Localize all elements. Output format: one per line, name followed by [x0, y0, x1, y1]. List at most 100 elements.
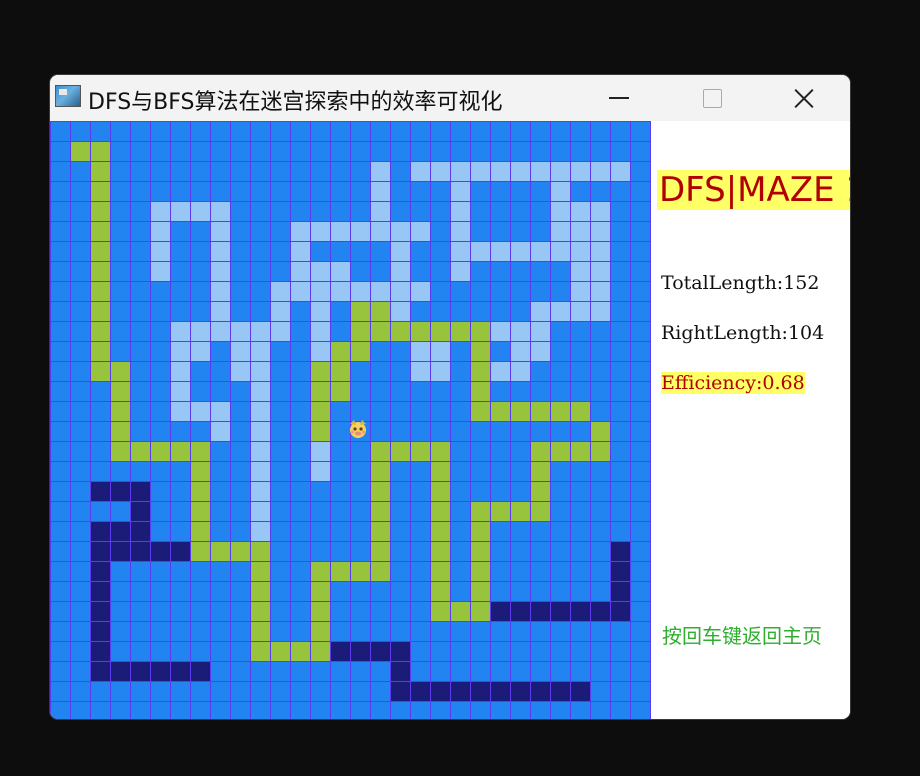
maze-cell [411, 142, 430, 161]
maze-cell [131, 602, 150, 621]
maze-cell [611, 682, 630, 701]
maze-cell [71, 522, 90, 541]
maze-cell [151, 422, 170, 441]
maze-cell [331, 482, 350, 501]
maze-cell [51, 202, 70, 221]
maze-path-cell [191, 502, 210, 521]
maze-cell [611, 122, 630, 141]
maze-path-cell [431, 442, 450, 461]
efficiency: Efficiency:0.68 [661, 372, 805, 394]
maze-cell [371, 142, 390, 161]
maze-cell [91, 702, 110, 719]
maze-cell [291, 462, 310, 481]
maze-path-cell [571, 402, 590, 421]
maze-path-cell [311, 342, 330, 361]
maze-cell [491, 122, 510, 141]
maze-cell [591, 502, 610, 521]
maze-cell [291, 142, 310, 161]
maze-cell [631, 202, 650, 221]
maze-cell [111, 642, 130, 661]
maze-cell [231, 302, 250, 321]
maze-cell [151, 622, 170, 641]
maze-cell [411, 402, 430, 421]
maze-cell [231, 662, 250, 681]
maze-cell [411, 582, 430, 601]
maze-cell [191, 122, 210, 141]
maze-cell [71, 382, 90, 401]
maze-cell [151, 382, 170, 401]
maze-path-cell [151, 242, 170, 261]
maze-cell [151, 682, 170, 701]
maze-cell [511, 382, 530, 401]
maze-path-cell [131, 442, 150, 461]
maximize-button[interactable] [689, 75, 735, 121]
maze-cell [331, 442, 350, 461]
maze-cell [411, 382, 430, 401]
maze-cell [131, 582, 150, 601]
maze-cell [131, 302, 150, 321]
maze-cell [531, 282, 550, 301]
maze-cell [431, 702, 450, 719]
maze-cell [371, 582, 390, 601]
maze-cell [611, 362, 630, 381]
maze-path-cell [311, 562, 330, 581]
maze-cell [371, 602, 390, 621]
maze-path-cell [531, 482, 550, 501]
maze-cell [611, 322, 630, 341]
maze-cell [491, 582, 510, 601]
maze-path-cell [311, 382, 330, 401]
maze-path-cell [291, 222, 310, 241]
maze-path-cell [131, 542, 150, 561]
maze-cell [631, 662, 650, 681]
maze-cell [571, 702, 590, 719]
maze-cell [271, 582, 290, 601]
maze-path-cell [251, 462, 270, 481]
maze-cell [51, 302, 70, 321]
maze-cell [231, 162, 250, 181]
maze-path-cell [91, 342, 110, 361]
maze-cell [211, 462, 230, 481]
maze-cell [371, 382, 390, 401]
maze-cell [191, 562, 210, 581]
maze-cell [631, 642, 650, 661]
maze-cell [571, 422, 590, 441]
close-button[interactable] [781, 75, 827, 121]
title-bar[interactable]: DFS与BFS算法在迷宫探索中的效率可视化 [50, 75, 850, 121]
maze-cell [291, 422, 310, 441]
maze-cell [451, 442, 470, 461]
maze-cell [51, 362, 70, 381]
maze-cell [511, 302, 530, 321]
maze-path-cell [111, 362, 130, 381]
maze-cell [411, 562, 430, 581]
maze-path-cell [571, 242, 590, 261]
maze-path-cell [451, 242, 470, 261]
maze-cell [191, 682, 210, 701]
minimize-button[interactable] [596, 75, 642, 121]
maze-cell [531, 202, 550, 221]
maze-cell [71, 242, 90, 261]
maze-cell [131, 622, 150, 641]
maze-path-cell [531, 342, 550, 361]
maze-path-cell [311, 422, 330, 441]
maze-path-cell [311, 262, 330, 281]
maze-path-cell [391, 642, 410, 661]
maze-path-cell [311, 602, 330, 621]
maze-cell [531, 142, 550, 161]
maze-path-cell [391, 442, 410, 461]
maze-path-cell [251, 442, 270, 461]
maze-cell [291, 182, 310, 201]
maze-cell [51, 582, 70, 601]
maze-path-cell [591, 262, 610, 281]
maze-cell [271, 182, 290, 201]
maze-cell [331, 322, 350, 341]
maze-cell [411, 502, 430, 521]
maze-path-cell [91, 142, 110, 161]
maze-cell [391, 422, 410, 441]
maze-cell [271, 362, 290, 381]
maze-path-cell [531, 162, 550, 181]
maze-cell [531, 362, 550, 381]
maze-path-cell [251, 382, 270, 401]
maze-cell [231, 702, 250, 719]
maze-cell [411, 662, 430, 681]
maze-cell [291, 442, 310, 461]
